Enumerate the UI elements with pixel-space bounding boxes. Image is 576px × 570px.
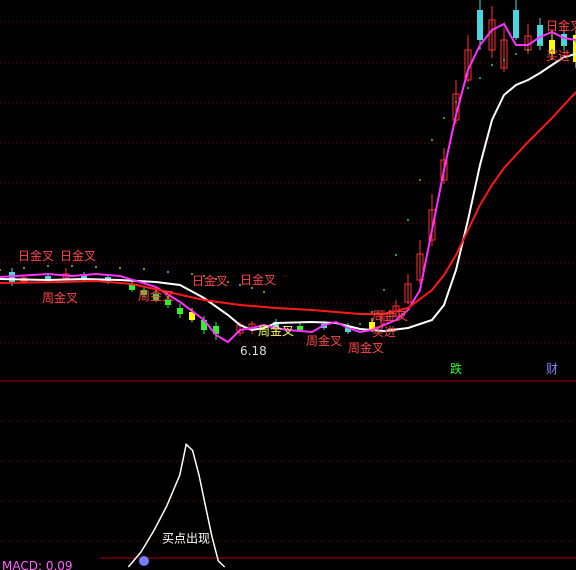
dots_yellow-point	[0, 269, 1, 271]
candle-body	[45, 276, 51, 279]
annotation-label: 日金叉	[18, 248, 54, 263]
dots_yellow-point	[251, 287, 253, 289]
dots_green-point	[539, 44, 541, 46]
annotation-label: 跌	[450, 361, 462, 376]
dots_green-point	[395, 254, 397, 256]
annotation-label: 日金叉	[60, 248, 96, 263]
dots_yellow-point	[119, 267, 121, 269]
candle-body	[297, 326, 303, 330]
indicator-pane	[127, 442, 226, 568]
dots_green-point	[503, 59, 505, 61]
annotation-label: 买点出现	[162, 531, 210, 545]
candle-body	[561, 34, 567, 46]
indicator-line	[127, 442, 226, 568]
dots_yellow-point	[23, 267, 25, 269]
dots_green-point	[467, 87, 469, 89]
annotation-label: 周金叉	[42, 290, 78, 305]
candle-layer	[9, 0, 576, 340]
chart-grid	[0, 21, 576, 559]
dots_green-point	[455, 101, 457, 103]
annotation-label: 日金叉	[546, 18, 576, 33]
chart-canvas: 日金叉 日金叉周金叉 周金叉日金叉 日金叉周金叉周金叉 周金叉周金叉买进6.18跌 财日金…	[0, 0, 576, 570]
dots_green-point	[359, 323, 361, 325]
annotation-label: 周金叉	[258, 323, 294, 338]
annotation-label: 周金叉	[138, 288, 174, 303]
annotation-label: 周金叉	[306, 333, 342, 348]
signal-dot	[139, 556, 149, 566]
annotation-label: 日金叉	[240, 272, 276, 287]
dots_green-point	[431, 139, 433, 141]
ma_white-line	[0, 53, 576, 333]
dots_green-point	[347, 327, 349, 329]
annotation-label: 6.18	[240, 344, 267, 358]
dots_yellow-point	[143, 268, 145, 270]
dots_green-point	[479, 77, 481, 79]
dots_green-point	[383, 289, 385, 291]
dots_green-point	[443, 117, 445, 119]
annotation-label: 周金叉	[372, 308, 408, 323]
dots_yellow-point	[47, 265, 49, 267]
dots_green-point	[419, 179, 421, 181]
candle-body	[513, 10, 519, 38]
dots_yellow-point	[263, 291, 265, 293]
candle-body	[177, 308, 183, 314]
annotation-label: 买进	[546, 49, 570, 63]
annotation-label: 买进	[372, 325, 396, 339]
dots_green-point	[407, 219, 409, 221]
annotation-label: 财	[546, 362, 558, 376]
dots_green-point	[563, 45, 565, 47]
dots_green-point	[527, 49, 529, 51]
dots_green-point	[491, 64, 493, 66]
annotation-label: 周金叉	[348, 340, 384, 355]
dots_yellow-point	[71, 265, 73, 267]
macd-readout: MACD: 0.09	[2, 559, 73, 570]
dots_yellow-point	[167, 271, 169, 273]
annotation-label: 日金叉	[192, 273, 228, 288]
dots_green-point	[515, 53, 517, 55]
candle-body	[477, 10, 483, 40]
dots_yellow-point	[95, 266, 97, 268]
